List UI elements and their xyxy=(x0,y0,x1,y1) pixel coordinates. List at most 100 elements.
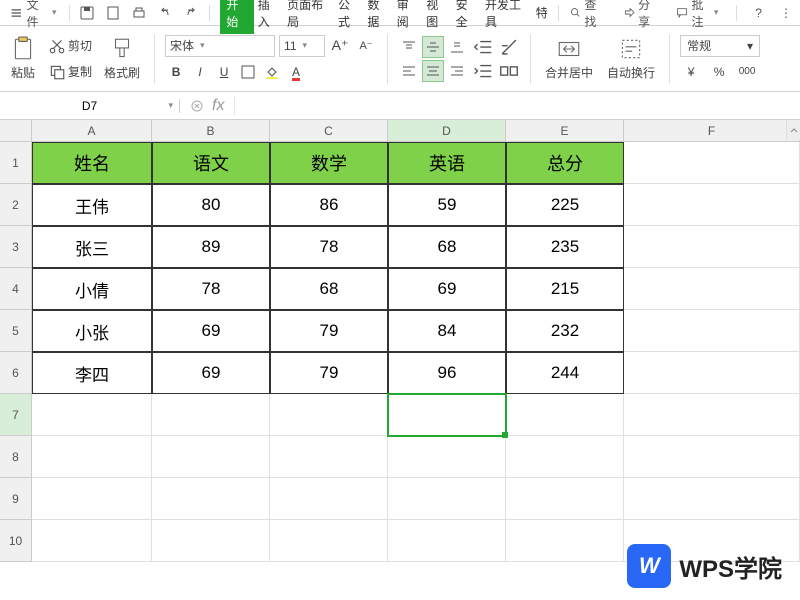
align-bottom-button[interactable] xyxy=(446,36,468,58)
column-header[interactable]: E xyxy=(506,120,624,142)
redo-button[interactable] xyxy=(179,3,203,23)
cell[interactable]: 68 xyxy=(388,226,506,268)
column-header[interactable]: A xyxy=(32,120,152,142)
cell[interactable]: 68 xyxy=(270,268,388,310)
cell[interactable] xyxy=(506,394,624,436)
cut-button[interactable]: 剪切 xyxy=(44,35,96,57)
copy-button[interactable]: 复制 xyxy=(44,61,96,83)
cell[interactable]: 78 xyxy=(270,226,388,268)
cell[interactable] xyxy=(270,436,388,478)
cell[interactable] xyxy=(624,184,800,226)
cell[interactable]: 232 xyxy=(506,310,624,352)
cell[interactable] xyxy=(506,478,624,520)
cell[interactable]: 225 xyxy=(506,184,624,226)
tab-9[interactable]: 特 xyxy=(532,0,552,25)
row-header[interactable]: 3 xyxy=(0,226,32,268)
bold-button[interactable]: B xyxy=(165,61,187,83)
cell[interactable] xyxy=(32,394,152,436)
cell[interactable]: 69 xyxy=(152,310,270,352)
border-button[interactable] xyxy=(237,61,259,83)
tab-2[interactable]: 页面布局 xyxy=(283,0,334,34)
cell[interactable]: 215 xyxy=(506,268,624,310)
file-menu[interactable]: 文件 ▾ xyxy=(4,0,63,32)
row-header[interactable]: 5 xyxy=(0,310,32,352)
decrease-indent-button[interactable] xyxy=(472,36,494,58)
fill-handle[interactable] xyxy=(502,432,508,438)
cell[interactable]: 79 xyxy=(270,310,388,352)
cell[interactable]: 86 xyxy=(270,184,388,226)
row-header[interactable]: 9 xyxy=(0,478,32,520)
increase-indent-button[interactable] xyxy=(472,60,494,82)
column-header[interactable]: C xyxy=(270,120,388,142)
cell[interactable] xyxy=(152,436,270,478)
more-button[interactable]: ⋮ xyxy=(776,4,796,22)
cell[interactable] xyxy=(388,520,506,562)
cell[interactable] xyxy=(32,520,152,562)
cell[interactable] xyxy=(270,478,388,520)
row-header[interactable]: 8 xyxy=(0,436,32,478)
underline-button[interactable]: U xyxy=(213,61,235,83)
cell[interactable]: 80 xyxy=(152,184,270,226)
search-button[interactable]: 查找 xyxy=(565,0,609,32)
tab-5[interactable]: 审阅 xyxy=(393,0,422,34)
comments-button[interactable]: 批注 ▾ xyxy=(672,0,722,32)
font-size-select[interactable]: 11▾ xyxy=(279,35,325,57)
row-header[interactable]: 10 xyxy=(0,520,32,562)
merge-split-button[interactable] xyxy=(498,60,520,82)
print-button[interactable] xyxy=(127,3,151,23)
cell[interactable] xyxy=(506,520,624,562)
cell[interactable]: 69 xyxy=(388,268,506,310)
column-header[interactable]: F xyxy=(624,120,800,142)
align-center-button[interactable] xyxy=(422,60,444,82)
fx-button[interactable]: fx xyxy=(212,97,224,115)
cell[interactable]: 235 xyxy=(506,226,624,268)
tab-1[interactable]: 插入 xyxy=(254,0,283,34)
row-header[interactable]: 4 xyxy=(0,268,32,310)
italic-button[interactable]: I xyxy=(189,61,211,83)
cell[interactable] xyxy=(32,478,152,520)
font-color-button[interactable]: A xyxy=(285,61,307,83)
font-name-select[interactable]: 宋体▾ xyxy=(165,35,275,57)
row-header[interactable]: 7 xyxy=(0,394,32,436)
cell[interactable]: 英语 xyxy=(388,142,506,184)
tab-4[interactable]: 数据 xyxy=(363,0,392,34)
decrease-font-button[interactable]: A⁻ xyxy=(355,35,377,57)
cell[interactable] xyxy=(624,142,800,184)
merge-center-button[interactable]: 合并居中 xyxy=(541,34,597,83)
cell[interactable] xyxy=(624,436,800,478)
fill-color-button[interactable] xyxy=(261,61,283,83)
cell[interactable]: 王伟 xyxy=(32,184,152,226)
row-header[interactable]: 2 xyxy=(0,184,32,226)
orientation-button[interactable] xyxy=(498,36,520,58)
cell[interactable] xyxy=(270,394,388,436)
align-top-button[interactable] xyxy=(398,36,420,58)
cell[interactable] xyxy=(32,436,152,478)
cell[interactable] xyxy=(624,394,800,436)
cell[interactable] xyxy=(624,352,800,394)
cell[interactable]: 59 xyxy=(388,184,506,226)
cell[interactable] xyxy=(624,478,800,520)
scroll-up-button[interactable] xyxy=(786,120,800,140)
cell[interactable]: 数学 xyxy=(270,142,388,184)
format-painter-button[interactable]: 格式刷 xyxy=(100,34,144,83)
cell[interactable]: 78 xyxy=(152,268,270,310)
share-button[interactable]: 分享 xyxy=(619,0,663,32)
cell[interactable] xyxy=(624,310,800,352)
cell[interactable] xyxy=(270,520,388,562)
name-box[interactable]: D7 ▾ xyxy=(0,99,180,113)
save-button[interactable] xyxy=(75,3,99,23)
print-preview-button[interactable] xyxy=(101,3,125,23)
tab-6[interactable]: 视图 xyxy=(422,0,451,34)
tab-7[interactable]: 安全 xyxy=(452,0,481,34)
cell[interactable] xyxy=(152,478,270,520)
cell[interactable]: 96 xyxy=(388,352,506,394)
cell[interactable] xyxy=(152,520,270,562)
cell[interactable] xyxy=(506,436,624,478)
increase-font-button[interactable]: A⁺ xyxy=(329,35,351,57)
cell[interactable]: 89 xyxy=(152,226,270,268)
cell[interactable]: 小倩 xyxy=(32,268,152,310)
tab-0[interactable]: 开始 xyxy=(220,0,253,34)
cell[interactable]: 李四 xyxy=(32,352,152,394)
cell[interactable] xyxy=(388,394,506,436)
row-header[interactable]: 1 xyxy=(0,142,32,184)
